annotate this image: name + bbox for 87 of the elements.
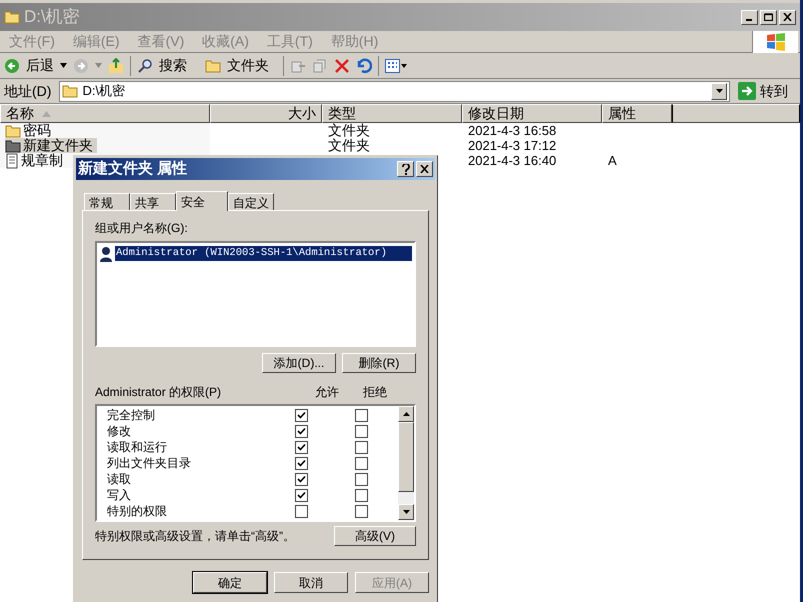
dropdown-button[interactable] — [711, 82, 727, 100]
go-button[interactable]: 转到 — [760, 80, 788, 102]
folder-icon — [62, 84, 78, 98]
address-label: 地址(D) — [4, 82, 52, 101]
dialog-button[interactable]: 确定 — [193, 572, 267, 593]
views-icon[interactable] — [385, 58, 407, 72]
help-icon — [402, 164, 410, 174]
column-header[interactable]: 属性 — [602, 104, 672, 123]
close-button[interactable] — [416, 161, 433, 177]
remove-button[interactable]: 删除(R) — [342, 353, 416, 373]
checkbox[interactable] — [294, 504, 308, 518]
tab[interactable]: 共享 — [130, 193, 176, 210]
help-button[interactable] — [397, 161, 414, 177]
users-label: 组或用户名称(G): — [95, 220, 189, 237]
minimize-button[interactable] — [741, 10, 758, 24]
permission-name: 列出文件夹目录 — [106, 455, 192, 472]
checkbox[interactable] — [354, 440, 368, 454]
window-title: D:\机密 — [24, 6, 80, 28]
permission-name: 特别的权限 — [106, 503, 168, 520]
deny-header: 拒绝 — [362, 384, 388, 401]
undo-icon[interactable] — [356, 58, 372, 74]
checkbox[interactable] — [294, 456, 308, 470]
checkbox[interactable] — [354, 408, 368, 422]
maximize-button[interactable] — [760, 10, 777, 24]
file-name: 规章制 — [21, 153, 63, 168]
checkbox[interactable] — [294, 424, 308, 438]
folder-icon — [4, 10, 20, 24]
back-button[interactable]: 后退 — [26, 55, 54, 76]
permission-name: 写入 — [106, 487, 132, 504]
caret-up-icon — [402, 412, 410, 416]
dropdown-caret-icon[interactable] — [60, 63, 67, 68]
checkbox[interactable] — [294, 488, 308, 502]
scroll-thumb[interactable] — [398, 422, 414, 492]
tab[interactable]: 安全 — [176, 191, 228, 211]
advanced-hint: 特别权限或高级设置，请单击“高级”。 — [95, 528, 295, 545]
permission-name: 读取和运行 — [106, 439, 168, 456]
checkbox[interactable] — [354, 504, 368, 518]
permission-name: 完全控制 — [106, 407, 156, 424]
scroll-down-button[interactable] — [398, 504, 414, 520]
file-list-item[interactable]: 新建文件夹 — [5, 138, 97, 153]
sort-ascending-icon — [42, 110, 51, 116]
search-button[interactable]: 搜索 — [159, 55, 187, 76]
checkbox[interactable] — [354, 456, 368, 470]
table-cell: 2021-4-3 16:40 — [468, 153, 556, 168]
checkbox[interactable] — [294, 440, 308, 454]
user-list-item[interactable]: Administrator (WIN2003-SSH-1\Administrator) — [115, 246, 412, 262]
column-header[interactable]: 类型 — [322, 104, 462, 123]
advanced-button[interactable]: 高级(V) — [334, 526, 416, 546]
permission-name: 读取 — [106, 471, 132, 488]
search-icon[interactable] — [137, 58, 153, 74]
column-header[interactable]: 修改日期 — [462, 104, 602, 123]
table-cell: 文件夹 — [328, 137, 370, 153]
user-icon — [99, 246, 113, 262]
permissions-label: Administrator 的权限(P) — [95, 384, 222, 401]
close-icon — [420, 165, 429, 173]
file-name: 新建文件夹 — [23, 138, 93, 153]
checkbox[interactable] — [354, 424, 368, 438]
checkbox[interactable] — [294, 472, 308, 486]
allow-header: 允许 — [314, 384, 340, 401]
scroll-up-button[interactable] — [398, 406, 414, 422]
close-button[interactable] — [779, 10, 796, 24]
file-name: 密码 — [23, 123, 51, 138]
maximize-icon — [764, 13, 773, 21]
column-header[interactable]: 大小 — [210, 104, 322, 123]
up-folder-icon[interactable] — [108, 58, 124, 74]
table-cell: A — [608, 153, 617, 168]
checkbox[interactable] — [354, 488, 368, 502]
close-icon — [783, 13, 792, 21]
caret-down-icon — [402, 510, 410, 514]
column-header[interactable]: 名称 — [0, 104, 210, 123]
permission-name: 修改 — [106, 423, 132, 440]
scrollbar[interactable] — [398, 406, 414, 520]
delete-icon[interactable] — [334, 58, 350, 74]
tab[interactable]: 常规 — [84, 193, 130, 210]
table-cell: 文件夹 — [328, 122, 370, 138]
add-button[interactable]: 添加(D)... — [262, 353, 336, 373]
tab[interactable]: 自定义 — [228, 193, 274, 210]
table-cell: 2021-4-3 17:12 — [468, 138, 556, 153]
dialog-title: 新建文件夹 属性 — [78, 158, 188, 179]
folder-icon — [205, 58, 221, 72]
table-cell: 2021-4-3 16:58 — [468, 123, 556, 138]
address-field[interactable]: D:\机密 — [59, 80, 730, 102]
checkbox[interactable] — [354, 472, 368, 486]
caret-down-icon — [716, 89, 722, 93]
checkbox[interactable] — [294, 408, 308, 422]
dialog-button[interactable]: 取消 — [274, 572, 348, 593]
folders-button[interactable]: 文件夹 — [227, 55, 269, 76]
